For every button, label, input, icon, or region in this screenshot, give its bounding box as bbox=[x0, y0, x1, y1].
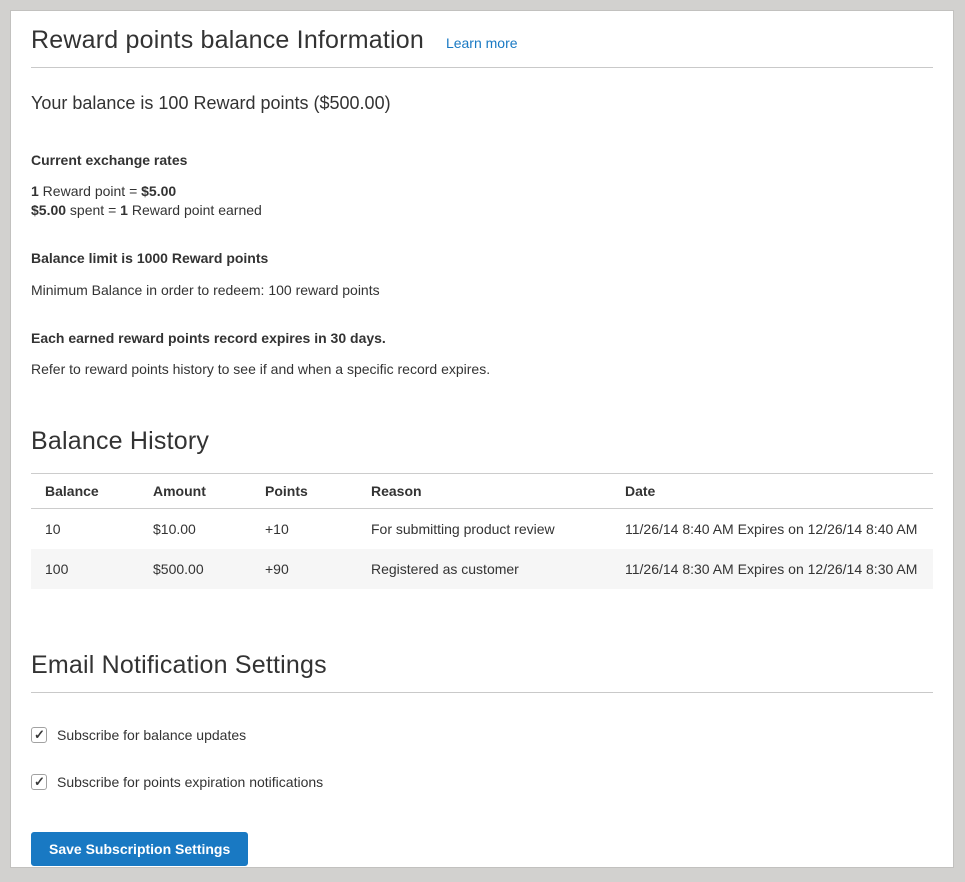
earn-rate-money: $5.00 bbox=[141, 183, 176, 199]
spend-rate-line: $5.00 spent = 1 Reward point earned bbox=[31, 201, 933, 220]
table-row: 10$10.00+10For submitting product review… bbox=[31, 509, 933, 550]
balance-updates-label[interactable]: Subscribe for balance updates bbox=[57, 727, 246, 743]
notification-title-row: Email Notification Settings bbox=[31, 651, 933, 693]
table-row: 100$500.00+90Registered as customer11/26… bbox=[31, 549, 933, 589]
save-subscription-settings-button[interactable]: Save Subscription Settings bbox=[31, 832, 248, 866]
cell-balance: 10 bbox=[31, 509, 139, 550]
exchange-rates: 1 Reward point = $5.00 $5.00 spent = 1 R… bbox=[31, 182, 933, 220]
reward-points-panel: Reward points balance Information Learn … bbox=[10, 10, 954, 868]
cell-balance: 100 bbox=[31, 549, 139, 589]
exchange-rates-heading: Current exchange rates bbox=[31, 152, 933, 168]
expiration-notifications-field: Subscribe for points expiration notifica… bbox=[31, 774, 933, 790]
cell-date: 11/26/14 8:30 AM Expires on 12/26/14 8:3… bbox=[611, 549, 933, 589]
cell-date: 11/26/14 8:40 AM Expires on 12/26/14 8:4… bbox=[611, 509, 933, 550]
table-header-row: Balance Amount Points Reason Date bbox=[31, 474, 933, 509]
learn-more-link[interactable]: Learn more bbox=[446, 35, 518, 51]
page-title-row: Reward points balance Information Learn … bbox=[31, 11, 933, 68]
expiration-note: Refer to reward points history to see if… bbox=[31, 361, 933, 377]
history-table-body: 10$10.00+10For submitting product review… bbox=[31, 509, 933, 590]
cell-reason: Registered as customer bbox=[357, 549, 611, 589]
cell-points: +10 bbox=[251, 509, 357, 550]
expiration-notifications-label[interactable]: Subscribe for points expiration notifica… bbox=[57, 774, 323, 790]
page-title: Reward points balance Information bbox=[31, 26, 424, 55]
spend-rate-money: $5.00 bbox=[31, 202, 66, 218]
expiration-notifications-checkbox[interactable] bbox=[31, 774, 47, 790]
cell-amount: $500.00 bbox=[139, 549, 251, 589]
expiration-heading: Each earned reward points record expires… bbox=[31, 330, 933, 346]
spend-rate-points: 1 bbox=[120, 202, 128, 218]
cell-points: +90 bbox=[251, 549, 357, 589]
column-header-points: Points bbox=[251, 474, 357, 509]
column-header-amount: Amount bbox=[139, 474, 251, 509]
balance-history-heading: Balance History bbox=[31, 427, 933, 456]
balance-summary: Your balance is 100 Reward points ($500.… bbox=[31, 93, 933, 114]
spend-rate-tail: Reward point earned bbox=[128, 202, 262, 218]
column-header-reason: Reason bbox=[357, 474, 611, 509]
earn-rate-points: 1 bbox=[31, 183, 39, 199]
earn-rate-mid: Reward point = bbox=[39, 183, 141, 199]
email-notification-heading: Email Notification Settings bbox=[31, 651, 933, 680]
balance-limit-text: Balance limit is 1000 Reward points bbox=[31, 250, 933, 266]
column-header-balance: Balance bbox=[31, 474, 139, 509]
spend-rate-mid: spent = bbox=[66, 202, 120, 218]
cell-reason: For submitting product review bbox=[357, 509, 611, 550]
balance-updates-checkbox[interactable] bbox=[31, 727, 47, 743]
min-balance-text: Minimum Balance in order to redeem: 100 … bbox=[31, 282, 933, 298]
balance-updates-field: Subscribe for balance updates bbox=[31, 727, 933, 743]
cell-amount: $10.00 bbox=[139, 509, 251, 550]
earn-rate-line: 1 Reward point = $5.00 bbox=[31, 182, 933, 201]
column-header-date: Date bbox=[611, 474, 933, 509]
balance-history-table: Balance Amount Points Reason Date 10$10.… bbox=[31, 473, 933, 589]
